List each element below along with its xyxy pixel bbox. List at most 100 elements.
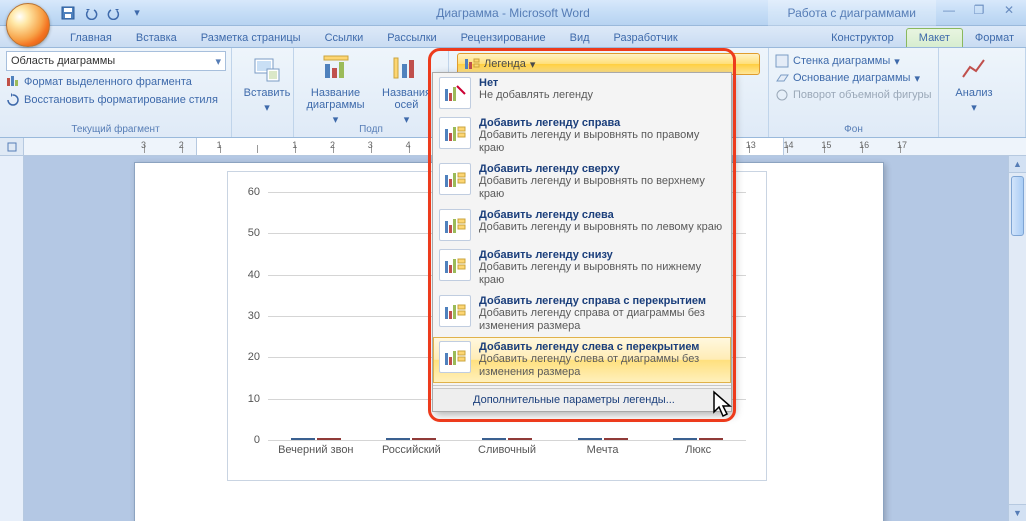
group-label-background: Фон: [769, 124, 938, 135]
chart-x-label: Мечта: [555, 444, 651, 470]
legend-option-0[interactable]: НетНе добавлять легенду: [433, 73, 731, 113]
legend-more-options[interactable]: Дополнительные параметры легенды...: [433, 388, 731, 411]
wall-icon: [775, 54, 789, 68]
chart-title-button[interactable]: Название диаграммы▾: [300, 51, 371, 126]
legend-option-desc: Не добавлять легенду: [479, 89, 725, 102]
legend-option-icon: [439, 117, 471, 149]
chart-title-icon: [320, 53, 352, 85]
group-label-labels: Подп: [294, 124, 448, 135]
format-selection-label: Формат выделенного фрагмента: [24, 76, 192, 88]
legend-dropdown-menu: НетНе добавлять легендуДобавить легенду …: [432, 72, 732, 412]
legend-option-desc: Добавить легенду и выровнять по левому к…: [479, 221, 725, 234]
reset-style-label: Восстановить форматирование стиля: [24, 94, 218, 106]
legend-option-title: Добавить легенду справа с перекрытием: [479, 295, 725, 307]
tab-format[interactable]: Формат: [963, 29, 1026, 47]
contextual-tab-title: Работа с диаграммами: [768, 0, 937, 26]
chart-wall-button[interactable]: Стенка диаграммы ▾: [775, 53, 932, 69]
chart-x-label: Вечерний звон: [268, 444, 364, 470]
group-insert: Вставить ▾: [232, 48, 294, 137]
insert-button[interactable]: Вставить ▾: [238, 51, 296, 114]
restore-button[interactable]: ❐: [968, 3, 990, 19]
chevron-down-icon: ▾: [215, 55, 221, 68]
legend-option-2[interactable]: Добавить легенду сверхуДобавить легенду …: [433, 159, 731, 205]
tab-layout[interactable]: Макет: [906, 28, 963, 47]
format-selection-button[interactable]: Формат выделенного фрагмента: [6, 73, 225, 91]
legend-option-desc: Добавить легенду и выровнять по верхнему…: [479, 175, 725, 201]
group-analysis: Анализ ▾: [939, 48, 1026, 137]
office-button[interactable]: [6, 3, 50, 47]
legend-option-icon: [439, 249, 471, 281]
undo-icon[interactable]: [81, 3, 101, 23]
legend-icon: [464, 56, 480, 72]
legend-option-title: Добавить легенду снизу: [479, 249, 725, 261]
save-icon[interactable]: [58, 3, 78, 23]
legend-option-6[interactable]: Добавить легенду слева с перекрытиемДоба…: [433, 337, 731, 383]
analysis-icon: [958, 53, 990, 85]
rotate-3d-icon: [775, 88, 789, 102]
chart-x-label: Люкс: [650, 444, 746, 470]
format-selection-icon: [6, 75, 20, 89]
tab-references[interactable]: Ссылки: [313, 29, 376, 47]
chart-floor-button[interactable]: Основание диаграммы ▾: [775, 70, 932, 86]
tab-pagelayout[interactable]: Разметка страницы: [189, 29, 313, 47]
floor-label: Основание диаграммы: [793, 72, 910, 84]
legend-option-desc: Добавить легенду и выровнять по нижнему …: [479, 261, 725, 287]
group-background: Стенка диаграммы ▾ Основание диаграммы ▾…: [769, 48, 939, 137]
legend-option-icon: [439, 295, 471, 327]
legend-option-3[interactable]: Добавить легенду слеваДобавить легенду и…: [433, 205, 731, 245]
rotate-3d-label: Поворот объемной фигуры: [793, 89, 932, 101]
redo-icon[interactable]: [104, 3, 124, 23]
floor-icon: [775, 71, 789, 85]
tab-developer[interactable]: Разработчик: [602, 29, 690, 47]
legend-option-icon: [439, 77, 471, 109]
tab-insert[interactable]: Вставка: [124, 29, 189, 47]
legend-option-title: Добавить легенду сверху: [479, 163, 725, 175]
tab-review[interactable]: Рецензирование: [449, 29, 558, 47]
axis-titles-icon: [391, 53, 423, 85]
ruler-corner[interactable]: [0, 138, 24, 155]
legend-option-title: Добавить легенду слева: [479, 209, 725, 221]
tab-home[interactable]: Главная: [58, 29, 124, 47]
scroll-up-icon[interactable]: ▲: [1009, 156, 1026, 173]
legend-option-title: Добавить легенду слева с перекрытием: [479, 341, 725, 353]
legend-option-desc: Добавить легенду слева от диаграммы без …: [479, 353, 725, 379]
chevron-down-icon: ▾: [971, 101, 977, 114]
tab-mailings[interactable]: Рассылки: [375, 29, 448, 47]
legend-option-1[interactable]: Добавить легенду справаДобавить легенду …: [433, 113, 731, 159]
scroll-down-icon[interactable]: ▼: [1009, 504, 1026, 521]
reset-style-icon: [6, 93, 20, 107]
ribbon-tabs: Главная Вставка Разметка страницы Ссылки…: [0, 26, 1026, 48]
close-button[interactable]: ✕: [998, 3, 1020, 19]
title-bar: ▾ Диаграмма - Microsoft Word Работа с ди…: [0, 0, 1026, 26]
insert-label: Вставить: [244, 87, 291, 99]
analysis-label: Анализ: [955, 87, 992, 99]
legend-option-icon: [439, 209, 471, 241]
chart-title-label: Название диаграммы: [300, 87, 371, 111]
tab-design[interactable]: Конструктор: [819, 29, 906, 47]
qat-dropdown-icon[interactable]: ▾: [127, 3, 147, 23]
minimize-button[interactable]: —: [938, 3, 960, 19]
tab-view[interactable]: Вид: [558, 29, 602, 47]
group-labels: Название диаграммы▾ Названия осей▾ Подп: [294, 48, 449, 137]
wall-label: Стенка диаграммы: [793, 55, 890, 67]
vertical-scrollbar[interactable]: ▲ ▼: [1008, 156, 1026, 521]
chart-x-label: Российский: [364, 444, 460, 470]
chevron-down-icon: ▾: [264, 101, 270, 114]
legend-option-desc: Добавить легенду и выровнять по правому …: [479, 129, 725, 155]
chart-x-label: Сливочный: [459, 444, 555, 470]
chart-elements-combo[interactable]: Область диаграммы ▾: [6, 51, 226, 71]
group-current-selection: Область диаграммы ▾ Формат выделенного фр…: [0, 48, 232, 137]
vertical-ruler[interactable]: [0, 156, 24, 521]
legend-option-title: Нет: [479, 77, 725, 89]
legend-option-4[interactable]: Добавить легенду снизуДобавить легенду и…: [433, 245, 731, 291]
quick-access-toolbar: ▾: [58, 3, 147, 23]
rotate-3d-button: Поворот объемной фигуры: [775, 87, 932, 103]
combo-value: Область диаграммы: [11, 55, 115, 67]
scroll-thumb[interactable]: [1011, 176, 1024, 236]
group-label-selection: Текущий фрагмент: [0, 124, 231, 135]
legend-option-5[interactable]: Добавить легенду справа с перекрытиемДоб…: [433, 291, 731, 337]
reset-style-button[interactable]: Восстановить форматирование стиля: [6, 91, 225, 109]
chart-x-labels: Вечерний звонРоссийскийСливочныйМечтаЛюк…: [268, 444, 746, 470]
analysis-button[interactable]: Анализ ▾: [945, 51, 1003, 114]
legend-option-icon: [439, 163, 471, 195]
